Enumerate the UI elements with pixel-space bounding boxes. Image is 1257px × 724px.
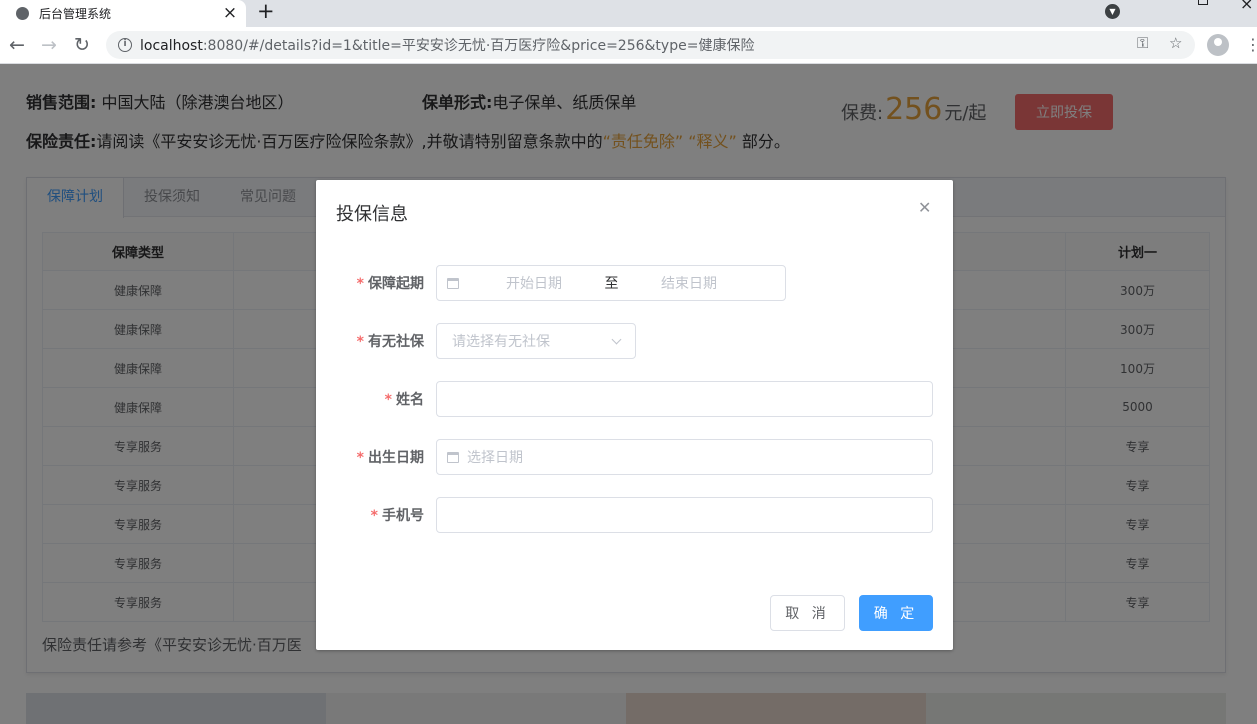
name-input[interactable] — [436, 381, 933, 417]
new-tab-icon[interactable]: + — [257, 0, 275, 24]
window-maximize-icon[interactable] — [1198, 0, 1208, 5]
phone-input[interactable] — [436, 497, 933, 533]
tab-search-icon[interactable]: ▼ — [1105, 4, 1120, 19]
address-bar[interactable]: i localhost:8080/#/details?id=1&title=平安… — [106, 31, 1195, 59]
period-end-input[interactable]: 结束日期 — [624, 273, 754, 293]
reload-icon[interactable]: ↻ — [74, 33, 90, 57]
form-item-birthdate: * 出生日期 选择日期 — [336, 439, 933, 475]
name-label: * 姓名 — [384, 392, 424, 408]
select-placeholder: 请选择有无社保 — [452, 334, 550, 350]
period-label: * 保障起期 — [356, 276, 424, 292]
window-close-icon[interactable]: × — [1240, 0, 1253, 13]
browser-tab-title: 后台管理系统 — [39, 7, 112, 21]
form-item-period: * 保障起期 开始日期 至 结束日期 — [336, 265, 786, 301]
tab-close-icon[interactable]: × — [218, 5, 242, 22]
form-item-name: * 姓名 — [336, 381, 933, 417]
star-icon[interactable]: ☆ — [1169, 34, 1182, 52]
form-item-social-security: * 有无社保 请选择有无社保 — [336, 323, 636, 359]
form-item-phone: * 手机号 — [336, 497, 933, 533]
browser-tab-bar: 后台管理系统 × + ▼ × — [0, 0, 1257, 27]
birthdate-placeholder: 选择日期 — [467, 450, 523, 466]
range-separator: 至 — [604, 276, 619, 292]
profile-avatar-icon[interactable] — [1207, 34, 1229, 56]
period-date-range-picker[interactable]: 开始日期 至 结束日期 — [436, 265, 786, 301]
confirm-button[interactable]: 确 定 — [859, 595, 933, 631]
birthdate-label: * 出生日期 — [356, 450, 424, 466]
chevron-down-icon — [611, 334, 622, 344]
phone-label: * 手机号 — [370, 508, 424, 524]
social-security-select[interactable]: 请选择有无社保 — [436, 323, 636, 359]
birthdate-picker[interactable]: 选择日期 — [436, 439, 933, 475]
calendar-icon — [447, 451, 459, 463]
url-text: localhost:8080/#/details?id=1&title=平安安诊… — [140, 38, 755, 54]
insure-info-dialog: 投保信息 ✕ * 保障起期 开始日期 至 结束日期 * 有无社保 请选择有无社保 *… — [316, 180, 953, 650]
site-info-icon[interactable]: i — [118, 38, 132, 52]
browser-tab[interactable]: 后台管理系统 × — [0, 0, 246, 27]
dialog-title: 投保信息 — [336, 204, 408, 225]
back-arrow-icon[interactable]: ← — [9, 33, 25, 57]
social-security-label: * 有无社保 — [356, 334, 424, 350]
dialog-close-icon[interactable]: ✕ — [918, 200, 931, 216]
period-start-input[interactable]: 开始日期 — [469, 273, 599, 293]
forward-arrow-icon[interactable]: → — [41, 33, 57, 57]
cancel-button[interactable]: 取 消 — [770, 595, 845, 631]
browser-toolbar: ← → ↻ i localhost:8080/#/details?id=1&ti… — [0, 27, 1257, 64]
calendar-icon — [447, 277, 459, 289]
globe-icon — [16, 7, 29, 20]
browser-menu-icon[interactable]: ⋮ — [1245, 33, 1257, 57]
key-icon[interactable]: ⚿ — [1137, 34, 1148, 52]
